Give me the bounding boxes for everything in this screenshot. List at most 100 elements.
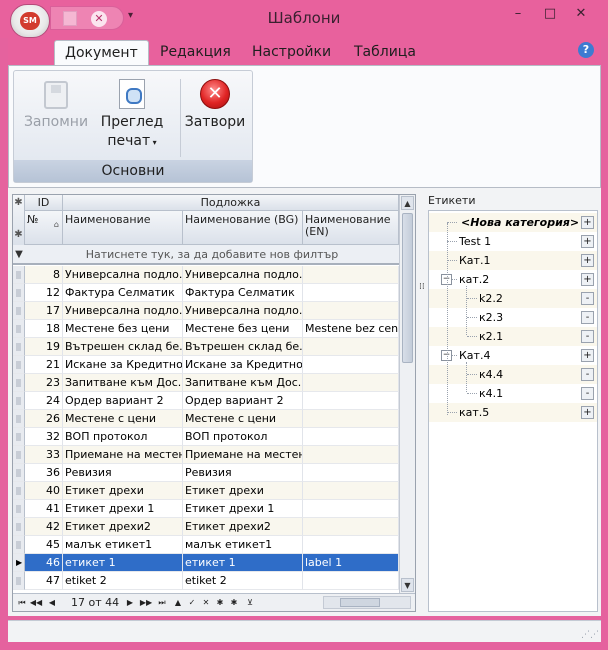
cell-name[interactable]: Ордер вариант 2 [63,392,183,410]
nav-first-icon[interactable]: ⏮ [15,595,29,610]
cell-name[interactable]: Универсална подло... [63,302,183,320]
row-indicator[interactable] [13,500,25,518]
tab-table[interactable]: Таблица [344,40,426,65]
grid-vertical-scrollbar[interactable]: ▲ ▼ [399,195,415,593]
cell-name-en[interactable] [303,284,399,302]
grid-corner[interactable]: ✱ ✱ [13,195,25,245]
cell-no[interactable]: 18 [25,320,63,338]
cell-no[interactable]: 19 [25,338,63,356]
tree-node[interactable]: Кат.1 + [429,251,597,270]
cell-name[interactable]: ВОП протокол [63,428,183,446]
cell-name[interactable]: Етикет дрехи [63,482,183,500]
tab-settings[interactable]: Настройки [242,40,341,65]
cell-name-en[interactable] [303,446,399,464]
cell-name-bg[interactable]: Фактура Селматик [183,284,303,302]
nav-prev-icon[interactable]: ◀ [45,595,59,610]
row-indicator[interactable] [13,392,25,410]
print-preview-button[interactable]: Преглед печат ▾ [98,75,166,152]
remove-node-button[interactable]: - [581,368,594,381]
nav-cancel-icon[interactable]: ✕ [199,595,213,610]
cell-no[interactable]: 46 [25,554,63,572]
tab-edit[interactable]: Редакция [150,40,241,65]
cell-name[interactable]: Етикет дрехи2 [63,518,183,536]
cell-no[interactable]: 23 [25,374,63,392]
cell-name-bg[interactable]: Запитване към Дос... [183,374,303,392]
close-window-button[interactable]: ✕ [566,4,596,24]
cell-no[interactable]: 41 [25,500,63,518]
cell-name[interactable]: Искане за Кредитно... [63,356,183,374]
row-indicator[interactable] [13,266,25,284]
cell-name-bg[interactable]: Ордер вариант 2 [183,392,303,410]
row-indicator[interactable]: ▶ [13,554,25,572]
table-row[interactable]: 47 etiket 2 etiket 2 [13,572,399,590]
minimize-button[interactable]: – [508,4,528,24]
cell-name-bg[interactable]: Етикет дрехи [183,482,303,500]
tree-node[interactable]: к4.4 - [429,365,597,384]
col-header-name[interactable]: Наименование [63,211,183,245]
nav-apply-icon[interactable]: ✓ [185,595,199,610]
cell-name-en[interactable] [303,428,399,446]
cell-name-en[interactable] [303,518,399,536]
tree-node[interactable]: Test 1 + [429,232,597,251]
remove-node-button[interactable]: - [581,387,594,400]
row-indicator[interactable] [13,374,25,392]
row-indicator[interactable] [13,464,25,482]
cell-name[interactable]: Местене с цени [63,410,183,428]
row-indicator[interactable] [13,482,25,500]
nav-insert-icon[interactable]: ▲ [171,595,185,610]
row-indicator[interactable] [13,572,25,590]
cell-no[interactable]: 36 [25,464,63,482]
add-node-button[interactable]: + [581,406,594,419]
resize-grip-icon[interactable]: ⋰⋰ [581,630,599,640]
tree-node[interactable]: к2.1 - [429,327,597,346]
cell-name-bg[interactable]: Етикет дрехи 1 [183,500,303,518]
cell-name-en[interactable] [303,266,399,284]
cell-no[interactable]: 32 [25,428,63,446]
add-node-button[interactable]: + [581,273,594,286]
row-indicator[interactable] [13,302,25,320]
remove-node-button[interactable]: - [581,330,594,343]
cell-no[interactable]: 47 [25,572,63,590]
table-row[interactable]: 18 Местене без цени Местене без цени Mesten… [13,320,399,338]
nav-delete-icon[interactable]: ✱ [227,595,241,610]
cell-name-en[interactable] [303,500,399,518]
tab-document[interactable]: Документ [54,40,149,65]
cell-name[interactable]: Фактура Селматик [63,284,183,302]
cell-name[interactable]: малък етикет1 [63,536,183,554]
row-indicator[interactable] [13,338,25,356]
remove-node-button[interactable]: - [581,311,594,324]
cell-no[interactable]: 45 [25,536,63,554]
table-row[interactable]: 19 Вътрешен склад бе... Вътрешен склад бе.… [13,338,399,356]
row-indicator[interactable] [13,428,25,446]
tree-node[interactable]: − кат.2 + [429,270,597,289]
tree-node[interactable]: к2.3 - [429,308,597,327]
cell-no[interactable]: 24 [25,392,63,410]
cell-name[interactable]: Вътрешен склад бе... [63,338,183,356]
row-indicator[interactable] [13,518,25,536]
scroll-thumb[interactable] [402,213,413,363]
cell-name-en[interactable] [303,356,399,374]
cell-name-en[interactable]: label 1 [303,554,399,572]
row-indicator[interactable] [13,410,25,428]
table-row[interactable]: 41 Етикет дрехи 1 Етикет дрехи 1 [13,500,399,518]
cell-name[interactable]: етикет 1 [63,554,183,572]
table-row[interactable]: 36 Ревизия Ревизия [13,464,399,482]
nav-last-icon[interactable]: ⏭ [155,595,169,610]
cell-name-en[interactable] [303,338,399,356]
add-node-button[interactable]: + [581,254,594,267]
tree-node[interactable]: к4.1 - [429,384,597,403]
cell-name[interactable]: Ревизия [63,464,183,482]
hscroll-thumb[interactable] [340,598,380,607]
save-button[interactable]: Запомни [20,75,92,132]
cell-name-bg[interactable]: ВОП протокол [183,428,303,446]
close-button[interactable]: ✕ Затвори [182,75,248,132]
remove-node-button[interactable]: - [581,292,594,305]
grid-horizontal-scrollbar[interactable] [323,596,411,609]
cell-name-en[interactable] [303,464,399,482]
col-header-en[interactable]: Наименование (EN) [303,211,399,245]
row-indicator[interactable] [13,356,25,374]
cell-name[interactable]: Приемане на местене [63,446,183,464]
cell-name-en[interactable] [303,572,399,590]
cell-name-en[interactable] [303,374,399,392]
cell-name[interactable]: Запитване към Дос... [63,374,183,392]
